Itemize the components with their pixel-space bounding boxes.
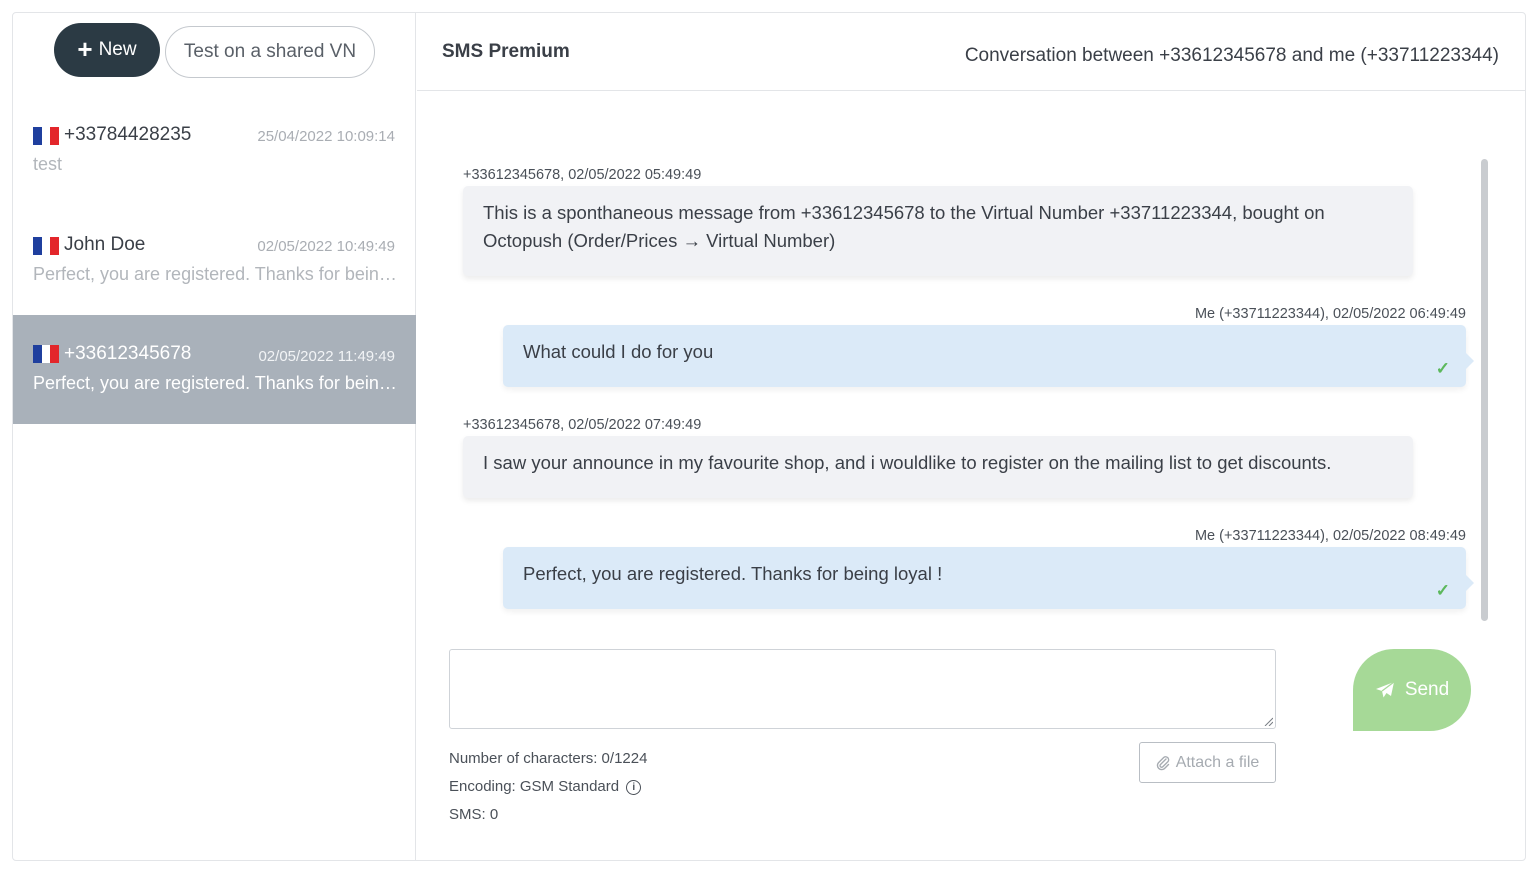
conversation-name: +33784428235 — [64, 124, 192, 145]
conversation-item[interactable]: +33784428235 25/04/2022 10:09:14 test — [13, 114, 416, 224]
check-icon: ✓ — [1435, 359, 1450, 378]
outgoing-message: What could I do for you ✓ — [503, 325, 1474, 387]
conversation-preview: Perfect, you are registered. Thanks for … — [33, 373, 398, 393]
message-text-line: This is a sponthaneous message from +336… — [483, 202, 1325, 223]
conversation-name: +33612345678 — [64, 343, 192, 364]
attach-button-label: Attach a file — [1175, 753, 1260, 771]
message-meta: +33612345678, 02/05/2022 07:49:49 — [463, 417, 702, 433]
incoming-message: This is a sponthaneous message from +336… — [463, 186, 1413, 276]
new-conversation-button[interactable]: + New — [54, 23, 160, 77]
conversation-date: 02/05/2022 10:49:49 — [257, 238, 395, 255]
conversation-panel: SMS Premium Conversation between +336123… — [417, 13, 1526, 860]
france-flag-icon — [33, 345, 60, 363]
conversation-preview: test — [33, 154, 63, 174]
conversation-name: John Doe — [64, 234, 146, 255]
new-button-label: New — [98, 39, 137, 60]
test-button-label: Test on a shared VN — [183, 41, 357, 62]
encoding-info: Encoding: GSM Standard i — [449, 778, 642, 795]
plus-icon: + — [77, 33, 93, 64]
message-thread: +33612345678, 02/05/2022 05:49:49 This i… — [417, 92, 1526, 632]
conversation-sidebar: + New Test on a shared VN +33784428235 2… — [13, 13, 416, 860]
message-meta: +33612345678, 02/05/2022 05:49:49 — [463, 167, 702, 183]
conversation-date: 02/05/2022 11:49:49 — [258, 348, 395, 365]
test-shared-vn-button[interactable]: Test on a shared VN — [165, 26, 375, 78]
conversation-date: 25/04/2022 10:09:14 — [257, 128, 395, 145]
resize-handle-icon[interactable] — [1263, 716, 1273, 726]
message-meta: Me (+33711223344), 02/05/2022 06:49:49 — [1194, 306, 1466, 322]
message-meta: Me (+33711223344), 02/05/2022 08:49:49 — [1194, 528, 1466, 544]
conversation-preview: Perfect, you are registered. Thanks for … — [33, 264, 398, 284]
message-text: I saw your announce in my favourite shop… — [483, 452, 1332, 473]
france-flag-icon — [33, 237, 60, 255]
send-button[interactable]: Send — [1353, 649, 1471, 731]
conversation-item-active[interactable]: +33612345678 02/05/2022 11:49:49 Perfect… — [13, 315, 416, 424]
attach-file-button[interactable]: Attach a file — [1139, 742, 1276, 783]
message-text: What could I do for you — [523, 341, 714, 362]
encoding-label: Encoding: GSM Standard — [449, 778, 620, 795]
page-title: SMS Premium — [442, 41, 570, 62]
check-icon: ✓ — [1435, 581, 1450, 600]
message-input[interactable] — [449, 649, 1276, 729]
incoming-message: I saw your announce in my favourite shop… — [463, 436, 1413, 498]
info-icon[interactable]: i — [626, 780, 642, 795]
character-count: Number of characters: 0/1224 — [449, 750, 648, 767]
message-text-line: Octopush (Order/Prices → Virtual Number) — [483, 230, 836, 251]
message-text: Perfect, you are registered. Thanks for … — [523, 563, 943, 584]
paperclip-icon — [1156, 755, 1169, 770]
sidebar-toolbar: + New Test on a shared VN — [13, 13, 416, 91]
france-flag-icon — [33, 127, 60, 145]
conversation-header: SMS Premium Conversation between +336123… — [417, 13, 1526, 91]
sms-count: SMS: 0 — [449, 806, 499, 823]
send-button-label: Send — [1404, 679, 1450, 700]
paper-plane-icon — [1375, 681, 1395, 698]
message-scrollbar[interactable] — [1481, 159, 1488, 621]
conversation-title: Conversation between +33612345678 and me… — [964, 45, 1499, 66]
sms-app: + New Test on a shared VN +33784428235 2… — [12, 12, 1526, 861]
outgoing-message: Perfect, you are registered. Thanks for … — [503, 547, 1474, 609]
